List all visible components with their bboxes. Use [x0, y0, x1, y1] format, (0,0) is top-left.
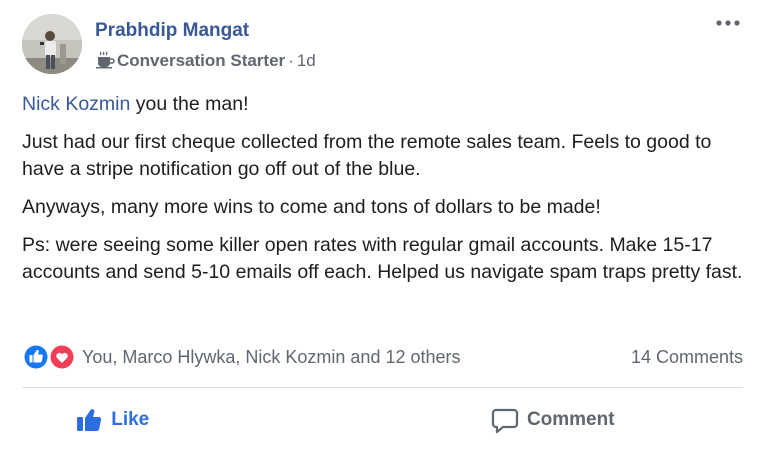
comment-label: Comment [526, 409, 615, 430]
more-options-button[interactable] [711, 14, 745, 36]
post-meta: Conversation Starter · 1d [95, 51, 316, 71]
like-reaction-icon [23, 344, 49, 370]
meta-separator: · [288, 51, 294, 70]
reaction-icons[interactable] [20, 342, 78, 372]
comment-bubble-icon [491, 406, 519, 434]
love-reaction-icon [49, 344, 75, 370]
badge-label[interactable]: Conversation Starter [117, 51, 285, 71]
post-paragraph: Ps: were seeing some killer open rates w… [22, 234, 743, 283]
reaction-summary[interactable]: You, Marco Hlywka, Nick Kozmin and 12 ot… [82, 347, 461, 368]
like-label: Like [111, 409, 150, 430]
avatar-image [22, 14, 82, 74]
post-paragraph: Anyways, many more wins to come and tons… [22, 196, 601, 218]
facebook-post: Prabhdip Mangat Conversation Starter · 1… [0, 0, 765, 458]
mention-link[interactable]: Nick Kozmin [22, 93, 130, 115]
post-text: you the man! [130, 93, 249, 115]
avatar[interactable] [22, 14, 82, 74]
post-timestamp[interactable]: 1d [297, 51, 316, 71]
comment-button[interactable]: Comment [363, 397, 744, 443]
coffee-cup-icon [95, 51, 115, 69]
like-button[interactable]: Like [0, 397, 303, 443]
post-paragraph: Nick Kozmin you the man! [22, 91, 747, 118]
post-content: Nick Kozmin you the man! Just had our fi… [22, 91, 747, 297]
post-actions: Like Comment [22, 397, 743, 443]
reactions-row: You, Marco Hlywka, Nick Kozmin and 12 ot… [20, 342, 743, 372]
author-name[interactable]: Prabhdip Mangat [95, 20, 249, 42]
post-header: Prabhdip Mangat Conversation Starter · 1… [22, 14, 751, 76]
thumbs-up-icon [75, 406, 103, 434]
post-paragraph: Just had our first cheque collected from… [22, 131, 712, 180]
divider [22, 387, 743, 388]
more-options-icon [716, 20, 740, 26]
comments-count[interactable]: 14 Comments [631, 347, 743, 368]
